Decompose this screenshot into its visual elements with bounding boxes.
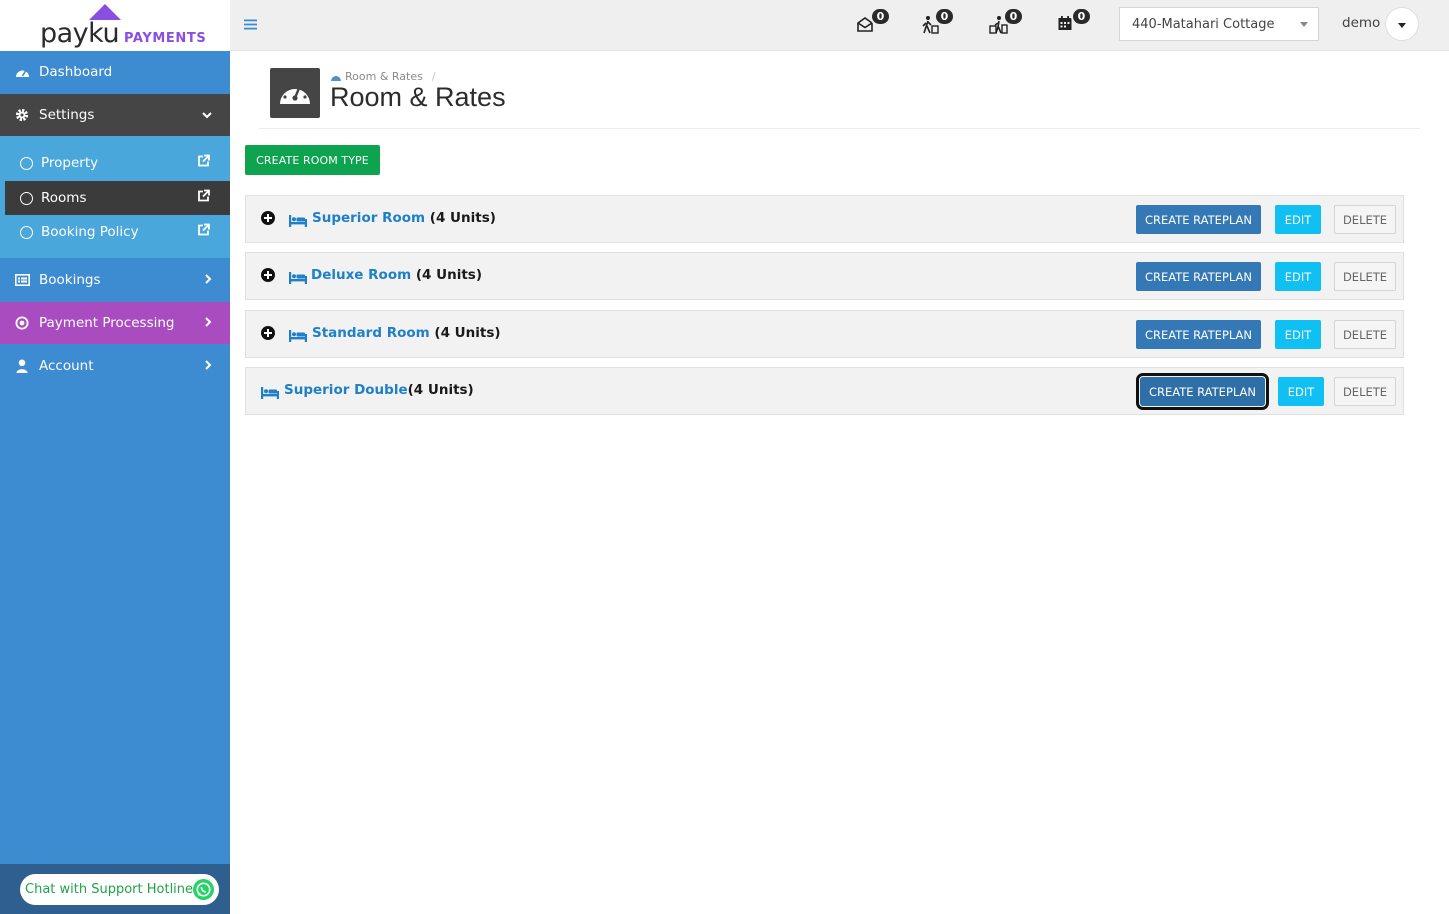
speedometer-icon — [270, 68, 320, 118]
sidebar-item-dashboard[interactable]: Dashboard — [0, 51, 230, 93]
external-link-icon — [197, 189, 210, 207]
create-rateplan-button[interactable]: CREATE RATEPLAN — [1136, 262, 1261, 291]
room-name: Superior Room — [312, 210, 426, 226]
edit-button[interactable]: EDIT — [1278, 377, 1324, 406]
room-title[interactable]: Deluxe Room (4 Units) — [311, 267, 482, 283]
notification-count: 0 — [870, 7, 891, 26]
support-bar: Chat with Support Hotline — [0, 864, 230, 914]
bed-icon — [289, 212, 307, 227]
create-rateplan-button[interactable]: CREATE RATEPLAN — [1136, 205, 1261, 234]
sidebar-item-label: Payment Processing — [39, 315, 175, 331]
page-title: Room & Rates — [330, 82, 506, 112]
room-name: Superior Double — [284, 382, 408, 398]
hamburger-menu-icon[interactable] — [244, 15, 257, 35]
room-row: Superior Double(4 Units) CREATE RATEPLAN… — [245, 367, 1404, 415]
gear-icon — [14, 107, 30, 123]
bed-icon — [261, 384, 279, 399]
dashboard-icon — [330, 72, 342, 82]
sidebar-item-label: Property — [41, 155, 99, 171]
circle-icon — [20, 225, 33, 239]
topbar: 0 0 0 0 440-Matahari Cottage demo — [230, 0, 1449, 51]
sidebar-item-label: Rooms — [41, 190, 87, 206]
room-title[interactable]: Superior Double(4 Units) — [284, 382, 474, 398]
sidebar-item-label: Settings — [39, 107, 95, 123]
notification-checkin[interactable]: 0 — [920, 7, 955, 38]
expand-plus-icon[interactable] — [261, 326, 275, 340]
room-units: (4 Units) — [411, 267, 483, 283]
room-units: (4 Units) — [407, 382, 474, 398]
notification-checkout[interactable]: 0 — [989, 7, 1024, 38]
user-name: demo — [1342, 15, 1381, 31]
notification-count: 0 — [1003, 7, 1024, 26]
room-row: Deluxe Room (4 Units) CREATE RATEPLAN ED… — [245, 252, 1404, 300]
sidebar: payku PAYMENTS Dashboard Settings Proper… — [0, 0, 230, 914]
notification-calendar[interactable]: 0 — [1057, 7, 1092, 38]
sidebar-item-label: Bookings — [39, 272, 101, 288]
room-name: Standard Room — [312, 325, 430, 341]
expand-plus-icon[interactable] — [261, 211, 275, 225]
delete-button[interactable]: DELETE — [1334, 205, 1396, 234]
room-units: (4 Units) — [429, 325, 501, 341]
chevron-right-icon — [205, 273, 212, 287]
chevron-right-icon — [205, 316, 212, 330]
target-icon — [14, 315, 30, 331]
support-label: Chat with Support Hotline — [25, 882, 194, 897]
sidebar-item-booking-policy[interactable]: Booking Policy — [5, 215, 230, 249]
create-rateplan-button[interactable]: CREATE RATEPLAN — [1136, 320, 1261, 349]
edit-button[interactable]: EDIT — [1275, 205, 1321, 234]
room-row: Standard Room (4 Units) CREATE RATEPLAN … — [245, 310, 1404, 358]
room-name: Deluxe Room — [311, 267, 412, 283]
bed-icon — [289, 327, 307, 342]
sidebar-item-settings[interactable]: Settings — [0, 94, 230, 136]
dashboard-icon — [14, 64, 30, 80]
notification-count: 0 — [934, 7, 955, 26]
edit-button[interactable]: EDIT — [1275, 262, 1321, 291]
sidebar-item-rooms[interactable]: Rooms — [5, 181, 230, 215]
settings-submenu: Property Rooms Booking Policy — [0, 136, 230, 258]
sidebar-item-payment-processing[interactable]: Payment Processing — [0, 302, 230, 344]
create-rateplan-button[interactable]: CREATE RATEPLAN — [1136, 373, 1269, 410]
delete-button[interactable]: DELETE — [1334, 377, 1396, 406]
sidebar-item-account[interactable]: Account — [0, 345, 230, 387]
room-title[interactable]: Superior Room (4 Units) — [312, 210, 496, 226]
support-hotline-button[interactable]: Chat with Support Hotline — [20, 874, 219, 905]
whatsapp-icon — [193, 879, 214, 900]
chevron-down-icon — [202, 108, 212, 122]
sidebar-item-label: Dashboard — [39, 64, 113, 80]
circle-icon — [20, 191, 33, 205]
delete-button[interactable]: DELETE — [1334, 262, 1396, 291]
brand-name: payku — [40, 18, 120, 49]
sidebar-item-label: Account — [39, 358, 94, 374]
external-link-icon — [197, 223, 210, 241]
bed-icon — [289, 269, 307, 284]
chevron-right-icon — [205, 359, 212, 373]
notification-mail[interactable]: 0 — [856, 7, 891, 38]
sidebar-item-property[interactable]: Property — [5, 146, 230, 180]
circle-icon — [20, 156, 33, 170]
caret-down-icon — [1300, 22, 1308, 27]
list-card-icon — [14, 272, 30, 288]
edit-button[interactable]: EDIT — [1275, 320, 1321, 349]
user-icon — [14, 358, 30, 374]
room-title[interactable]: Standard Room (4 Units) — [312, 325, 501, 341]
user-menu-toggle[interactable] — [1385, 7, 1419, 41]
room-row: Superior Room (4 Units) CREATE RATEPLAN … — [245, 195, 1404, 243]
brand-sub: PAYMENTS — [124, 31, 207, 46]
delete-button[interactable]: DELETE — [1334, 320, 1396, 349]
brand-logo[interactable]: payku PAYMENTS — [0, 0, 230, 51]
property-select[interactable]: 440-Matahari Cottage — [1119, 7, 1319, 41]
notification-count: 0 — [1071, 7, 1092, 26]
property-select-value: 440-Matahari Cottage — [1132, 16, 1275, 32]
room-units: (4 Units) — [425, 210, 496, 226]
expand-plus-icon[interactable] — [261, 268, 275, 282]
create-room-type-button[interactable]: CREATE ROOM TYPE — [245, 145, 380, 175]
header-divider — [259, 128, 1420, 129]
sidebar-item-label: Booking Policy — [41, 224, 139, 240]
external-link-icon — [197, 154, 210, 172]
sidebar-item-bookings[interactable]: Bookings — [0, 259, 230, 301]
